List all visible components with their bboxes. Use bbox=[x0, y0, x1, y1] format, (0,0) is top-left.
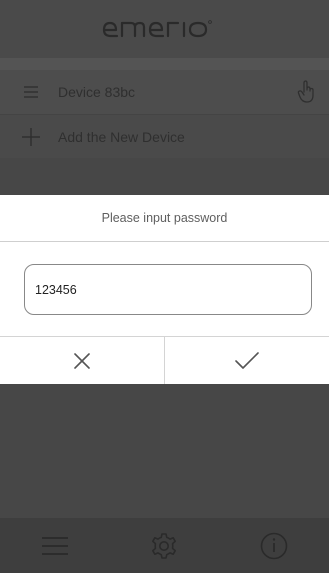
list-icon bbox=[41, 536, 68, 555]
info-icon bbox=[260, 532, 288, 559]
add-device-label: Add the New Device bbox=[58, 128, 185, 145]
dialog-title: Please input password bbox=[0, 195, 329, 242]
list-spacer bbox=[0, 158, 329, 195]
dialog-button-row bbox=[0, 336, 329, 385]
plus-icon[interactable] bbox=[20, 127, 42, 146]
tab-settings[interactable] bbox=[134, 518, 194, 573]
password-dialog: Please input password bbox=[0, 195, 329, 385]
device-list-item[interactable]: Device 83bc bbox=[0, 70, 329, 115]
header-spacer bbox=[0, 58, 329, 70]
tab-device-list[interactable] bbox=[25, 518, 85, 573]
confirm-button[interactable] bbox=[165, 337, 329, 385]
cancel-button[interactable] bbox=[0, 337, 165, 385]
overlay-lower-area bbox=[0, 384, 329, 518]
tab-info[interactable] bbox=[244, 518, 304, 573]
password-input[interactable] bbox=[24, 264, 312, 315]
app-screen: emerio Device 83bc Add the New Device bbox=[0, 0, 329, 573]
close-icon bbox=[74, 353, 90, 369]
hand-pointer-icon[interactable] bbox=[297, 80, 317, 109]
emerio-logo: emerio bbox=[102, 20, 212, 38]
password-field-wrapper bbox=[24, 264, 312, 315]
checkmark-icon bbox=[235, 352, 259, 369]
app-header: emerio bbox=[0, 0, 329, 58]
device-name: Device 83bc bbox=[58, 84, 136, 100]
add-device-row[interactable]: Add the New Device bbox=[0, 115, 329, 158]
gear-icon bbox=[152, 532, 177, 559]
menu-icon[interactable] bbox=[20, 86, 42, 98]
bottom-tab-bar bbox=[0, 518, 329, 573]
